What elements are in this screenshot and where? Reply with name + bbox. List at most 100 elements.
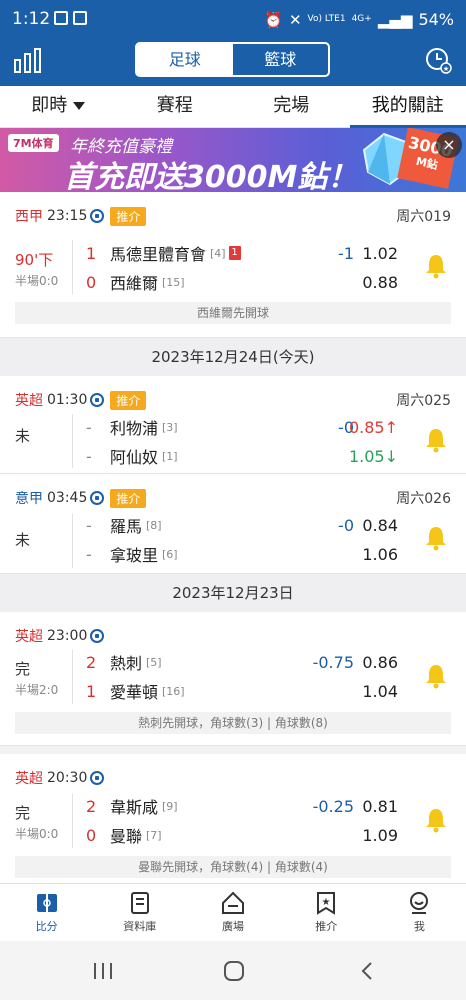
back-icon[interactable]	[357, 961, 379, 981]
bookmark-star-icon: ★	[317, 892, 336, 915]
football-icon	[90, 629, 105, 643]
home-odds: 0.85↑	[348, 418, 398, 437]
promo-banner[interactable]: 7M体育 年終充值豪禮 首充即送3000M鉆！ 3000 M鉆 ×	[0, 128, 466, 192]
svg-text:★: ★	[443, 65, 449, 73]
nav-tips[interactable]: ★ 推介	[280, 884, 373, 941]
tip-badge[interactable]: 推介	[110, 488, 147, 508]
football-icon	[90, 393, 105, 407]
home-odds: 0.86	[362, 653, 398, 672]
home-team: 馬德里體育會	[110, 245, 207, 264]
bell-icon[interactable]	[424, 525, 448, 551]
home-odds: 0.84	[362, 516, 398, 535]
nav-plaza[interactable]: 廣場	[186, 884, 279, 941]
away-team: 西維爾	[110, 274, 159, 293]
match-note: 熱刺先開球，角球數(3) | 角球數(8)	[15, 712, 451, 734]
away-row: - 拿玻里 [6]	[86, 543, 178, 566]
home-team: 利物浦	[110, 419, 159, 438]
svg-text:★: ★	[322, 897, 331, 908]
tip-badge[interactable]: 推介	[110, 390, 147, 410]
league-name: 英超	[15, 629, 43, 645]
match-card[interactable]: 英超 01:30 推介 周六025 未 - 利物浦 [3] - 阿仙奴 [1] …	[0, 376, 466, 474]
alarm-icon: ⏰	[264, 10, 283, 29]
sport-switch: 足球 籃球	[135, 42, 330, 77]
half-score: 半場0:0	[15, 827, 59, 841]
home-odds: 1.02	[362, 244, 398, 263]
tab-my-follow[interactable]: 我的關註	[349, 86, 466, 128]
match-number: 周六025	[396, 393, 451, 409]
match-note: 曼聯先開球，角球數(4) | 角球數(4)	[15, 856, 451, 878]
handicap: -0.25	[312, 797, 354, 816]
away-row: 1 愛華頓 [16]	[86, 680, 185, 703]
home-team: 熱刺	[110, 654, 143, 673]
away-odds: 1.04	[362, 682, 398, 701]
system-nav-bar	[0, 941, 466, 1000]
tab-football[interactable]: 足球	[137, 44, 233, 75]
bottom-nav: 比分 資料庫 廣場 ★ 推介 我	[0, 883, 466, 941]
nav-me[interactable]: 我	[373, 884, 466, 941]
home-row: 1 馬德里體育會 [4] 1	[86, 242, 241, 264]
stats-icon[interactable]	[14, 48, 42, 74]
plaza-icon	[222, 891, 244, 914]
half-score: 半場2:0	[15, 683, 59, 697]
bell-icon[interactable]	[424, 253, 448, 279]
match-number: 周六019	[396, 209, 451, 225]
football-icon	[90, 771, 105, 785]
home-icon[interactable]	[223, 961, 245, 981]
gallery-icon	[54, 11, 68, 25]
away-odds: 1.09	[362, 826, 398, 845]
network-label: 4G+	[351, 14, 372, 24]
nav-scores[interactable]: 比分	[0, 884, 93, 941]
main-tabs: 即時 賽程 完場 我的關註	[0, 86, 466, 128]
away-team: 曼聯	[110, 827, 143, 846]
bell-icon[interactable]	[424, 807, 448, 833]
away-odds: 1.06	[362, 545, 398, 564]
football-icon	[90, 209, 105, 223]
tab-schedule[interactable]: 賽程	[117, 86, 234, 127]
home-row: 2 韋斯咸 [9]	[86, 795, 178, 818]
bell-icon[interactable]	[424, 663, 448, 689]
signal-icon: ▂▄▆	[377, 10, 413, 29]
home-row: 2 熱刺 [5]	[86, 651, 162, 674]
close-icon[interactable]: ×	[436, 132, 462, 158]
book-icon	[130, 892, 149, 914]
nav-database[interactable]: 資料庫	[93, 884, 186, 941]
app-header: 足球 籃球 ★	[0, 40, 466, 86]
away-team: 阿仙奴	[110, 448, 159, 467]
match-status: 未	[15, 531, 31, 549]
away-row: - 阿仙奴 [1]	[86, 445, 178, 468]
kickoff-time: 23:00	[47, 628, 88, 644]
match-card[interactable]: 意甲 03:45 推介 周六026 未 - 羅馬 [8] - 拿玻里 [6] -…	[0, 474, 466, 574]
football-icon	[90, 491, 105, 505]
league-name: 英超	[15, 771, 43, 787]
date-separator: 2023年12月24日(今天)	[0, 338, 466, 376]
recents-icon[interactable]	[92, 961, 114, 981]
match-card[interactable]: 英超 23:00 完 半場2:0 2 熱刺 [5] 1 愛華頓 [16] -0.…	[0, 612, 466, 746]
tab-basketball[interactable]: 籃球	[233, 44, 329, 75]
checkbox-icon	[73, 11, 87, 25]
date-separator: 2023年12月23日	[0, 574, 466, 612]
battery-level: 54%	[418, 10, 454, 29]
schedule-clock-icon[interactable]: ★	[424, 46, 452, 74]
banner-line2: 首充即送3000M鉆！	[64, 160, 358, 192]
tip-badge[interactable]: 推介	[110, 206, 147, 226]
scoreboard-icon	[36, 894, 57, 912]
status-bar: 1:12 ⏰ ✕ Vo) LTE1 4G+ ▂▄▆ 54%	[0, 0, 466, 40]
home-odds: 0.81	[362, 797, 398, 816]
league-name: 西甲	[15, 209, 43, 225]
away-team: 拿玻里	[110, 546, 159, 565]
match-status: 完	[15, 804, 31, 822]
league-name: 英超	[15, 393, 43, 409]
bell-icon[interactable]	[424, 427, 448, 453]
match-status: 完	[15, 660, 31, 678]
match-card[interactable]: 西甲 23:15 推介 周六019 90'下 半場0:0 1 馬德里體育會 [4…	[0, 192, 466, 338]
tab-results[interactable]: 完場	[233, 86, 350, 127]
tab-live[interactable]: 即時	[0, 86, 117, 127]
kickoff-time: 23:15	[47, 208, 88, 224]
match-list: 西甲 23:15 推介 周六019 90'下 半場0:0 1 馬德里體育會 [4…	[0, 192, 466, 890]
match-status: 未	[15, 427, 31, 445]
match-card[interactable]: 英超 20:30 完 半場0:0 2 韋斯咸 [9] 0 曼聯 [7] -0.2…	[0, 754, 466, 890]
league-name: 意甲	[15, 491, 43, 507]
kickoff-time: 20:30	[47, 770, 88, 786]
home-row: - 利物浦 [3]	[86, 416, 178, 439]
status-time: 1:12	[12, 9, 51, 29]
